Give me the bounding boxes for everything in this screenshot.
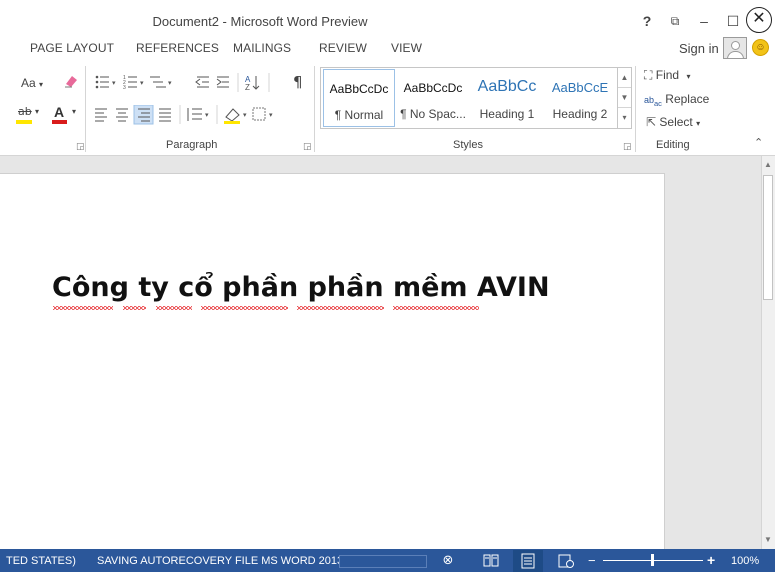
print-layout-view-button[interactable]	[513, 550, 543, 572]
styles-gallery: AaBbCcDc ¶ Normal AaBbCcDc ¶ No Spac... …	[320, 67, 618, 129]
group-separator	[85, 66, 86, 152]
spelling-error-underline	[156, 306, 192, 310]
cursor-arrow-icon: ⇱	[646, 115, 657, 129]
style-name: ¶ Normal	[334, 108, 384, 122]
tab-view[interactable]: VIEW	[391, 41, 422, 55]
language-status[interactable]: TED STATES)	[6, 555, 76, 567]
align-left-icon[interactable]	[93, 105, 111, 125]
styles-group-label: Styles	[453, 139, 483, 151]
increase-indent-icon[interactable]	[214, 73, 232, 93]
avatar-icon[interactable]	[723, 37, 747, 59]
change-case-label: Aa	[21, 76, 36, 90]
text-highlight-color-icon[interactable]: ab ▾	[16, 105, 44, 125]
style-name: ¶ No Spac...	[400, 107, 466, 121]
multilevel-list-icon[interactable]	[148, 73, 176, 93]
justify-icon[interactable]	[157, 105, 175, 125]
scrollbar-thumb[interactable]	[763, 175, 773, 300]
tab-mailings[interactable]: MAILINGS	[233, 41, 291, 55]
style-sample: AaBbCcE	[551, 80, 609, 95]
chevron-down-icon: ▾	[696, 119, 701, 128]
spelling-error-underline	[53, 306, 113, 310]
smiley-feedback-icon[interactable]: ☺	[752, 39, 769, 56]
document-page[interactable]	[0, 173, 665, 549]
align-right-icon[interactable]	[134, 105, 154, 125]
decrease-indent-icon[interactable]	[194, 73, 212, 93]
replace-button[interactable]: abac Replace	[644, 92, 709, 108]
document-text[interactable]: Công ty cổ phần phần mềm AVIN	[52, 272, 550, 303]
style-sample: AaBbCcDc	[329, 82, 389, 96]
styles-dialog-launcher-icon[interactable]: ◲	[623, 141, 632, 152]
autorecovery-progress-bar	[339, 555, 427, 568]
help-button[interactable]: ?	[636, 10, 658, 32]
style-name: Heading 1	[479, 107, 535, 121]
gallery-down-icon[interactable]: ▼	[618, 88, 631, 108]
spelling-error-underline	[297, 306, 384, 310]
editing-group-label: Editing	[656, 139, 690, 151]
paragraph-dialog-launcher-icon[interactable]: ◲	[303, 141, 312, 152]
change-case-button[interactable]: Aa ▾	[21, 76, 43, 90]
find-button[interactable]: ⛶ Find ▾	[644, 68, 690, 83]
style-sample: AaBbCc	[477, 78, 537, 95]
style-name: Heading 2	[552, 107, 608, 121]
font-dialog-launcher-icon[interactable]: ◲	[76, 141, 85, 152]
gallery-up-icon[interactable]: ▲	[618, 68, 631, 88]
spelling-error-underline	[393, 306, 479, 310]
replace-label: Replace	[665, 92, 710, 106]
chevron-down-icon: ▾	[686, 72, 691, 81]
scroll-up-icon[interactable]: ▲	[761, 158, 775, 172]
group-separator	[635, 66, 636, 152]
sign-in-link[interactable]: Sign in	[679, 41, 719, 56]
spelling-error-underline	[201, 306, 288, 310]
maximize-button[interactable]: ☐	[722, 10, 744, 32]
paragraph-group-label: Paragraph	[166, 139, 218, 151]
binoculars-icon: ⛶	[644, 68, 653, 82]
web-layout-icon[interactable]	[557, 553, 575, 569]
window-title: Document2 - Microsoft Word Preview	[152, 14, 368, 29]
select-button[interactable]: ⇱ Select ▾	[646, 115, 700, 129]
autorecovery-status: SAVING AUTORECOVERY FILE MS WORD 2013:	[97, 555, 347, 567]
tab-references[interactable]: REFERENCES	[136, 41, 219, 55]
zoom-out-button[interactable]: −	[588, 553, 596, 568]
chevron-down-icon: ▾	[39, 80, 44, 89]
zoom-slider-thumb[interactable]	[651, 554, 654, 566]
spelling-error-underline	[123, 306, 146, 310]
find-label: Find	[655, 68, 680, 82]
group-separator	[314, 66, 315, 152]
style-heading-1[interactable]: AaBbCc Heading 1	[471, 69, 543, 127]
read-mode-icon[interactable]	[482, 553, 500, 569]
numbering-icon[interactable]	[120, 73, 148, 93]
minimize-button[interactable]: –	[693, 10, 715, 32]
tab-page-layout[interactable]: PAGE LAYOUT	[30, 41, 114, 55]
gallery-more-icon[interactable]: ▾	[618, 108, 631, 128]
font-color-icon[interactable]: A ▾	[52, 104, 82, 124]
align-center-icon[interactable]	[114, 105, 132, 125]
ribbon-display-options-icon[interactable]: ⧉	[664, 10, 686, 32]
replace-icon: abac	[644, 95, 662, 108]
styles-gallery-scroll: ▲ ▼ ▾	[618, 67, 632, 129]
borders-icon[interactable]	[252, 105, 280, 125]
style-no-spacing[interactable]: AaBbCcDc ¶ No Spac...	[397, 69, 469, 127]
shading-icon[interactable]	[222, 105, 250, 125]
zoom-in-button[interactable]: +	[707, 552, 715, 568]
show-formatting-marks-button[interactable]: ¶	[293, 73, 303, 91]
clear-formatting-icon[interactable]	[62, 72, 80, 90]
sort-icon[interactable]	[243, 73, 261, 93]
select-label: Select	[659, 115, 693, 129]
close-button[interactable]: ✕	[746, 7, 772, 33]
collapse-ribbon-icon[interactable]: ⌃	[754, 136, 763, 149]
cancel-save-icon[interactable]: ⊗	[439, 552, 457, 568]
style-normal[interactable]: AaBbCcDc ¶ Normal	[323, 69, 395, 127]
ribbon-tabs	[0, 36, 775, 62]
style-sample: AaBbCcDc	[403, 81, 463, 95]
style-heading-2[interactable]: AaBbCcE Heading 2	[544, 69, 616, 127]
bullets-icon[interactable]	[92, 73, 114, 93]
line-spacing-icon[interactable]	[186, 105, 212, 125]
scroll-down-icon[interactable]: ▼	[761, 533, 775, 547]
tab-review[interactable]: REVIEW	[319, 41, 367, 55]
zoom-level[interactable]: 100%	[731, 555, 759, 567]
